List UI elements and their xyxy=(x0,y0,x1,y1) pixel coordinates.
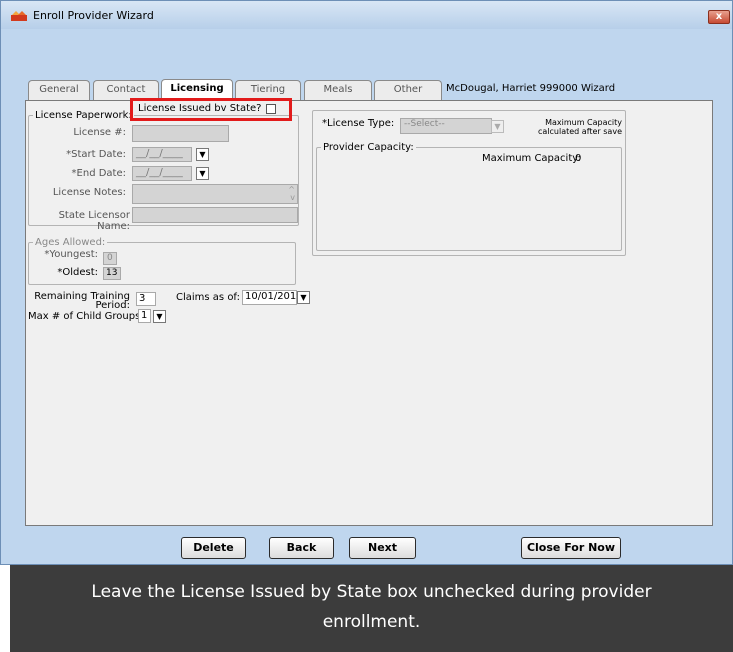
training-period-input[interactable]: 3 xyxy=(136,292,156,306)
provider-capacity-legend: Provider Capacity: xyxy=(321,142,416,153)
claims-as-of-input[interactable]: 10/01/2019 xyxy=(242,290,303,305)
license-paperwork-legend: License Paperwork: xyxy=(33,110,134,121)
claims-as-of-label: Claims as of: xyxy=(176,292,240,303)
child-groups-dropdown-icon[interactable]: ▼ xyxy=(153,310,166,323)
license-number-input[interactable] xyxy=(132,125,229,142)
license-type-dropdown-icon[interactable]: ▼ xyxy=(491,120,504,133)
caption-banner: Leave the License Issued by State box un… xyxy=(10,565,733,652)
wizard-provider-name: McDougal, Harriet 999000 Wizard xyxy=(446,83,616,94)
tab-contact[interactable]: Contact xyxy=(93,80,159,100)
wizard-window: Enroll Provider Wizard x General Contact… xyxy=(0,0,733,565)
tab-general[interactable]: General xyxy=(28,80,90,100)
max-capacity-note-1: Maximum Capacity xyxy=(545,118,622,127)
license-type-label: *License Type: xyxy=(322,118,395,129)
tab-other[interactable]: Other xyxy=(374,80,442,100)
start-date-label: *Start Date: xyxy=(66,149,126,160)
license-notes-input[interactable]: ^ v xyxy=(132,184,298,204)
close-for-now-button[interactable]: Close For Now xyxy=(521,537,621,559)
child-groups-input[interactable]: 1 xyxy=(138,309,151,323)
next-button[interactable]: Next xyxy=(349,537,416,559)
license-issued-highlight xyxy=(130,98,292,121)
scroll-down-icon[interactable]: v xyxy=(290,193,295,202)
oldest-value[interactable]: 13 xyxy=(103,267,121,280)
caption-line-2: enrollment. xyxy=(322,612,421,632)
max-capacity-note-2: calculated after save xyxy=(538,127,622,136)
max-capacity-value: 0 xyxy=(575,153,582,164)
back-button[interactable]: Back xyxy=(269,537,334,559)
app-icon xyxy=(11,11,27,21)
window-title: Enroll Provider Wizard xyxy=(33,9,154,22)
end-date-dropdown-icon[interactable]: ▼ xyxy=(196,167,209,180)
tab-tiering[interactable]: Tiering xyxy=(235,80,301,100)
delete-button[interactable]: Delete xyxy=(181,537,246,559)
child-groups-label: Max # of Child Groups xyxy=(28,311,141,322)
youngest-label: *Youngest: xyxy=(44,249,98,260)
license-type-select[interactable]: --Select-- xyxy=(400,118,492,134)
start-date-dropdown-icon[interactable]: ▼ xyxy=(196,148,209,161)
training-period-label-2: Period: xyxy=(95,300,130,311)
oldest-label: *Oldest: xyxy=(57,267,98,278)
close-window-button[interactable]: x xyxy=(708,10,730,24)
license-number-label: License #: xyxy=(73,127,126,138)
ages-allowed-legend: Ages Allowed: xyxy=(33,237,108,248)
start-date-input[interactable]: __/__/____ xyxy=(132,147,192,162)
tab-meals[interactable]: Meals xyxy=(304,80,372,100)
end-date-label: *End Date: xyxy=(71,168,126,179)
end-date-input[interactable]: __/__/____ xyxy=(132,166,192,181)
max-capacity-label: Maximum Capacity: xyxy=(482,153,581,164)
claims-dropdown-icon[interactable]: ▼ xyxy=(297,291,310,304)
state-licensor-label: State Licensor Name: xyxy=(58,210,130,232)
caption-line-1: Leave the License Issued by State box un… xyxy=(91,582,652,602)
license-notes-label: License Notes: xyxy=(52,187,126,198)
title-bar: Enroll Provider Wizard x xyxy=(1,1,732,29)
youngest-value[interactable]: 0 xyxy=(103,252,117,265)
licensing-panel: License Issued bv State? License Paperwo… xyxy=(25,100,713,526)
state-licensor-input[interactable] xyxy=(132,207,298,223)
